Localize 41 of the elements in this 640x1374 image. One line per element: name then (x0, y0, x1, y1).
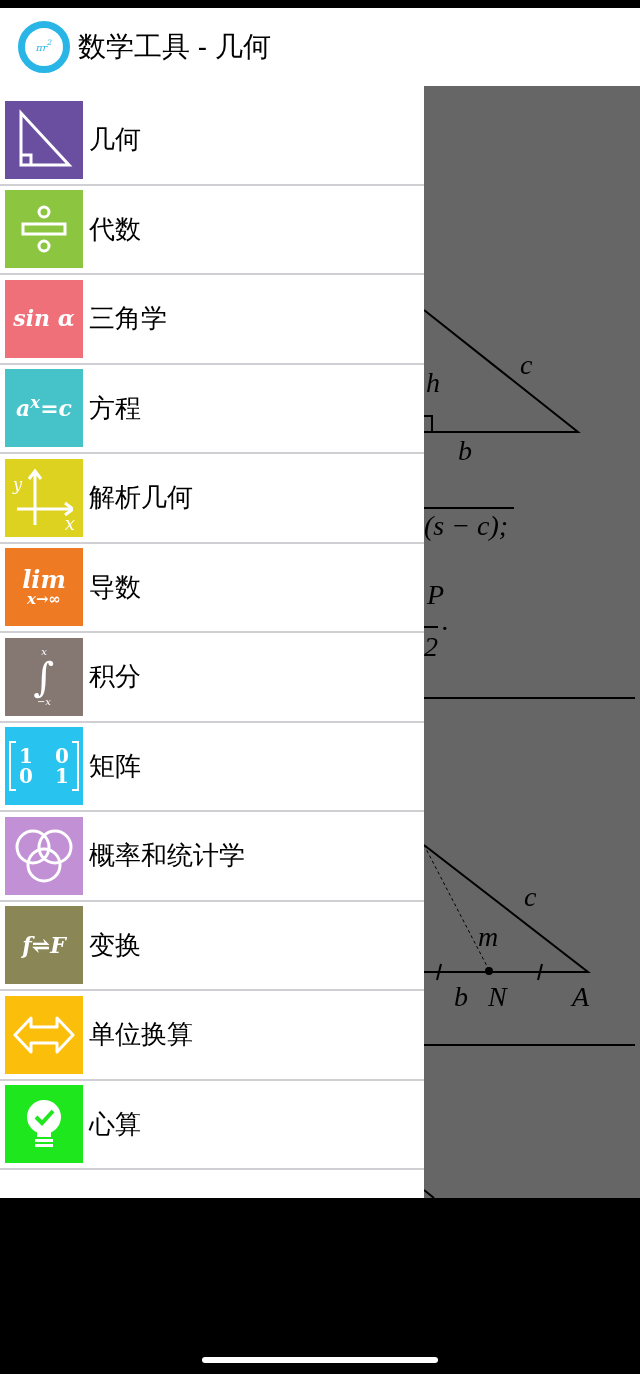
matrix-entry: 1 (19, 746, 33, 767)
menu-item[interactable]: 几何 (0, 96, 424, 186)
matrix-entry: 0 (19, 766, 33, 787)
menu-item[interactable]: x ∫ −x 积分 (0, 633, 424, 723)
label: c (524, 881, 537, 912)
menu-item[interactable]: f⇌F 变换 (0, 901, 424, 991)
formula-text: (s − c); (424, 510, 509, 541)
bracket-icon (71, 741, 79, 792)
icon-text: x (41, 646, 47, 657)
label: m (478, 921, 499, 952)
logo-icon: πr$^{2}$ (18, 21, 70, 73)
bracket-icon (9, 741, 17, 792)
icon-text: sin α (13, 304, 75, 334)
menu-item[interactable]: a$^{x}$=c 方程 (0, 364, 424, 454)
icon-text: a$^{x}$=c (16, 391, 72, 423)
matrix-entry: 0 (55, 746, 69, 767)
menu-item[interactable]: sin α 三角学 (0, 275, 424, 365)
formula-text: P (427, 579, 445, 610)
formula-text: . (442, 605, 449, 636)
app-title: 数学工具 - 几何 (78, 30, 271, 64)
axis-label: y (13, 473, 23, 496)
menu-item[interactable]: y x 解析几何 (0, 454, 424, 544)
axis-label: x (64, 511, 75, 536)
menu-item[interactable]: 心算 (0, 1080, 424, 1170)
label: h (426, 367, 440, 398)
menu-item[interactable]: 单位换算 (0, 991, 424, 1081)
menu-item[interactable]: 1 0 0 1 矩阵 (0, 722, 424, 812)
label: b (458, 435, 472, 466)
formula-text: 2 (424, 631, 438, 662)
matrix-entry: 1 (55, 766, 69, 787)
icon-text: f⇌F (22, 930, 66, 960)
icon-text: ∫ (33, 656, 55, 697)
label: N (488, 981, 507, 1012)
menu-item[interactable]: 代数 (0, 185, 424, 275)
label: A (572, 981, 590, 1012)
home-indicator[interactable] (202, 1357, 438, 1363)
label: b (454, 981, 468, 1012)
icon-text: lim (22, 567, 66, 592)
icon-text: x→∞ (27, 591, 61, 607)
menu-item[interactable]: 概率和统计学 (0, 812, 424, 902)
label: c (520, 349, 533, 380)
